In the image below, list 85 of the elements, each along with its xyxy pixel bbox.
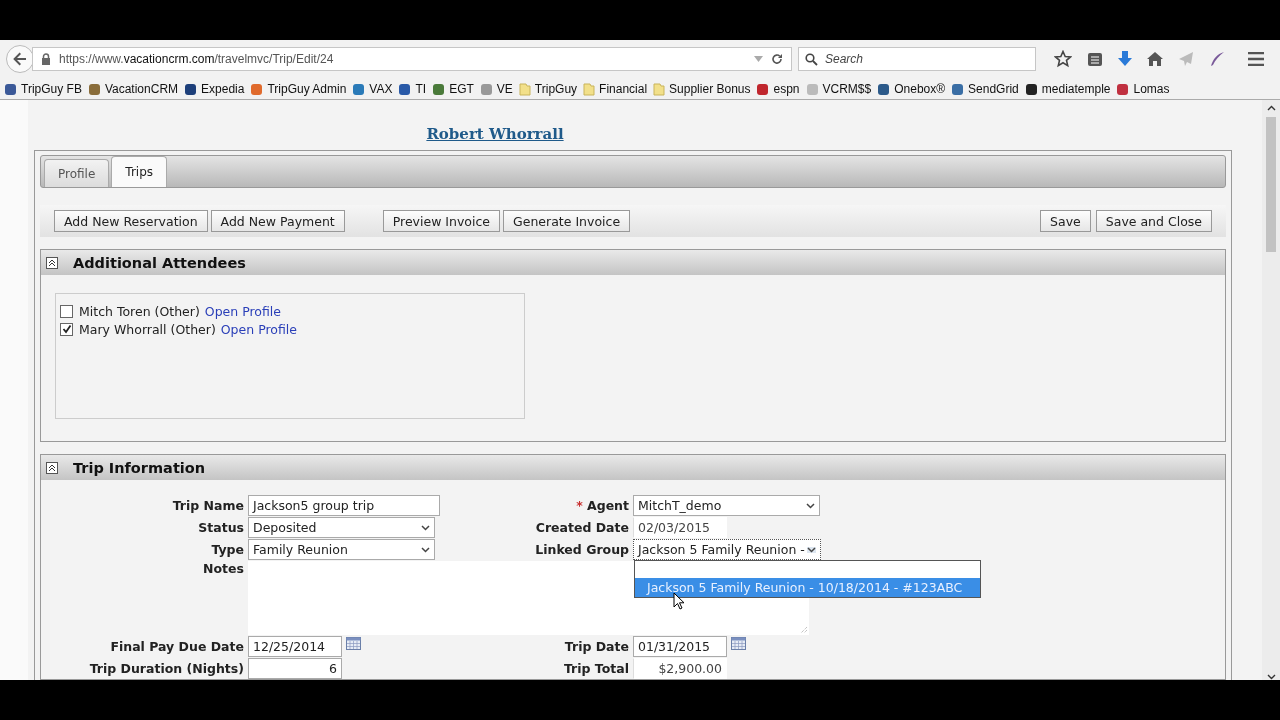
save-button[interactable]: Save [1040, 210, 1091, 232]
customer-name-link[interactable]: Robert Whorrall [426, 125, 564, 143]
section-title: Trip Information [73, 459, 206, 476]
star-icon[interactable] [1054, 50, 1072, 68]
field-label: Trip Duration (Nights) [88, 661, 244, 676]
reading-list-icon[interactable] [1087, 51, 1103, 67]
bookmark-item[interactable]: TripGuy [518, 82, 578, 96]
select-field[interactable]: Deposited [248, 517, 435, 538]
field-label: Trip Name [171, 498, 244, 513]
field-label: Created Date [534, 520, 629, 535]
back-button[interactable] [6, 45, 34, 73]
bookmark-item[interactable]: VacationCRM [87, 82, 179, 96]
toolbar-button[interactable]: Add New Payment [210, 210, 345, 232]
resize-grip-icon[interactable] [799, 625, 808, 634]
bookmark-item[interactable]: TripGuy Admin [250, 82, 347, 96]
bookmark-item[interactable]: Expedia [184, 82, 245, 96]
section-title: Additional Attendees [73, 254, 246, 271]
toolbar-button[interactable]: Generate Invoice [503, 210, 631, 232]
toolbar-button[interactable]: Preview Invoice [382, 210, 501, 232]
open-profile-link[interactable]: Open Profile [204, 303, 282, 319]
home-icon[interactable] [1147, 51, 1163, 67]
section-header[interactable]: Additional Attendees [41, 250, 1225, 275]
bookmark-item[interactable]: VCRM$$ [805, 82, 872, 96]
chevron-icon[interactable] [421, 546, 430, 553]
tab[interactable]: Trips [111, 156, 167, 187]
checkbox[interactable] [60, 322, 73, 336]
back-arrow-icon [12, 51, 28, 67]
select-field[interactable]: Family Reunion [248, 539, 435, 560]
scroll-up-icon[interactable] [1266, 105, 1276, 111]
bookmark-item[interactable]: TripGuy FB [4, 82, 82, 96]
input-field[interactable]: Jackson5 group trip [248, 495, 440, 516]
quill-icon[interactable] [1209, 51, 1225, 67]
address-bar[interactable]: https://www.vacationcrm.com/travelmvc/Trip/Edit/24 [32, 47, 792, 71]
field-label: Linked Group [534, 542, 629, 557]
input-field[interactable]: 02/03/2015 [633, 517, 727, 538]
field-label: Trip Total [562, 661, 629, 676]
input-field[interactable]: $2,900.00 [633, 658, 727, 679]
toolbar-button[interactable]: Add New Reservation [54, 210, 208, 232]
field-label: Status [197, 520, 244, 535]
search-icon [805, 52, 818, 66]
search-field[interactable]: Search [823, 51, 1007, 67]
scroll-down-icon[interactable] [1266, 674, 1276, 680]
select-field[interactable]: MitchT_demo [633, 495, 820, 516]
input-field[interactable]: 01/31/2015 [633, 636, 727, 657]
scrollbar[interactable] [1262, 100, 1280, 680]
select-field[interactable]: Jackson 5 Family Reunion - [633, 539, 821, 560]
attendee-name: Mary Whorrall (Other) [79, 321, 216, 337]
field-label: Final Pay Due Date [109, 639, 244, 654]
collapse-icon[interactable] [46, 256, 58, 269]
attendee-name: Mitch Toren (Other) [79, 303, 200, 319]
tab[interactable]: Profile [44, 159, 110, 187]
bookmark-item[interactable]: Supplier Bonus [653, 82, 751, 96]
calendar-icon[interactable] [731, 637, 746, 650]
save-button[interactable]: Save and Close [1095, 210, 1212, 232]
bookmark-item[interactable]: EGT [432, 82, 474, 96]
search-box[interactable]: Search [798, 47, 1036, 71]
download-icon[interactable] [1118, 51, 1132, 67]
bookmark-item[interactable]: VAX [352, 82, 393, 96]
bookmark-item[interactable]: VE [479, 82, 513, 96]
bookmark-item[interactable]: mediatemple [1024, 82, 1111, 96]
calendar-icon[interactable] [346, 637, 361, 650]
bookmark-item[interactable]: SendGrid [951, 82, 1019, 96]
reload-icon[interactable] [771, 53, 783, 65]
field-label: Notes [202, 561, 244, 576]
field-label: Trip Date [563, 639, 629, 654]
bookmark-item[interactable]: Lomas [1116, 82, 1170, 96]
chevron-icon[interactable] [807, 546, 816, 553]
collapse-icon[interactable] [46, 461, 58, 474]
required-icon: * [576, 498, 583, 513]
lock-icon [41, 53, 51, 65]
bookmark-item[interactable]: TI [398, 82, 427, 96]
input-field[interactable]: 12/25/2014 [248, 636, 342, 657]
bookmark-item[interactable]: Onebox® [877, 82, 946, 96]
section-header[interactable]: Trip Information [41, 455, 1225, 480]
bookmark-item[interactable]: espn [756, 82, 800, 96]
menu-icon[interactable] [1248, 52, 1264, 66]
chevron-icon[interactable] [806, 502, 815, 509]
checkbox[interactable] [60, 304, 73, 318]
bookmark-item[interactable]: Financial [583, 82, 648, 96]
field-label: Type [210, 542, 244, 557]
field-label: * Agent [575, 498, 629, 513]
input-field[interactable]: 6 [248, 658, 342, 679]
open-profile-link[interactable]: Open Profile [220, 321, 297, 337]
chevron-icon[interactable] [421, 524, 430, 531]
scrollbar-thumb[interactable] [1266, 117, 1276, 252]
